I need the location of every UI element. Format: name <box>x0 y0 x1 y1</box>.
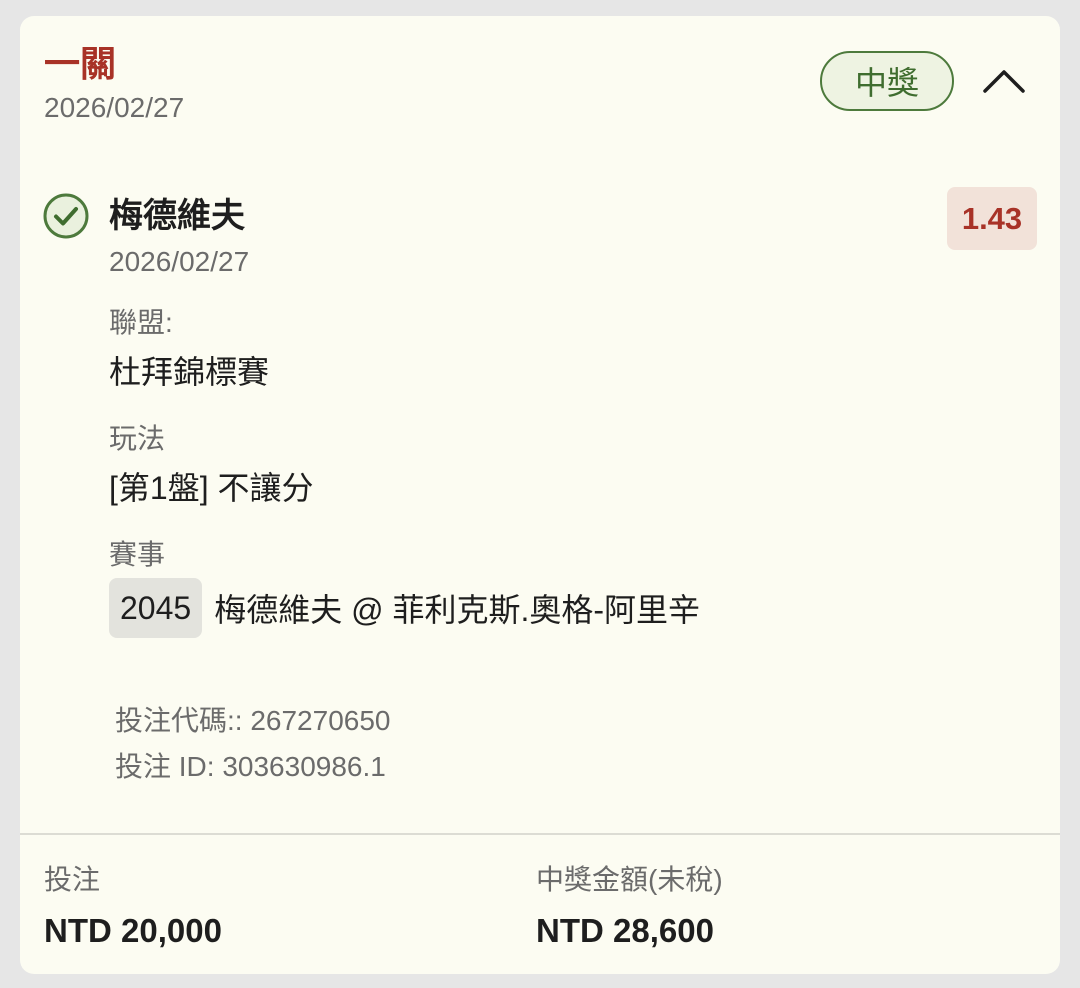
event-label: 賽事 <box>109 539 166 570</box>
league-value: 杜拜錦標賽 <box>109 354 270 390</box>
event-name: 梅德維夫 @ 菲利克斯.奧格-阿里辛 <box>214 592 701 628</box>
bet-date: 2026/02/27 <box>44 92 185 123</box>
bet-id: 投注 ID: 303630986.1 <box>115 751 386 782</box>
event-row: 2045 梅德維夫 @ 菲利克斯.奧格-阿里辛 <box>109 578 700 638</box>
bet-type-title: 一關 <box>44 43 117 84</box>
payout-value: NTD 28,600 <box>536 912 714 949</box>
selection-date: 2026/02/27 <box>109 246 250 277</box>
bet-code: 投注代碼:: 267270650 <box>115 705 391 736</box>
chevron-up-icon <box>983 70 1025 93</box>
odds-badge: 1.43 <box>947 187 1037 250</box>
collapse-button[interactable] <box>974 56 1034 106</box>
payout-label: 中獎金額(未稅) <box>536 864 723 895</box>
status-badge: 中獎 <box>820 51 954 111</box>
selection-name: 梅德維夫 <box>109 197 245 235</box>
market-label: 玩法 <box>109 423 166 454</box>
stake-label: 投注 <box>44 864 101 895</box>
league-label: 聯盟: <box>109 307 173 338</box>
event-number-badge: 2045 <box>109 578 203 638</box>
bet-card: 一關 2026/02/27 中獎 梅德維夫 2026/02/27 1.43 聯盟… <box>20 16 1060 974</box>
divider <box>20 833 1060 835</box>
stake-value: NTD 20,000 <box>44 912 222 949</box>
check-circle-icon <box>43 193 89 239</box>
market-value: [第1盤] 不讓分 <box>109 470 314 506</box>
